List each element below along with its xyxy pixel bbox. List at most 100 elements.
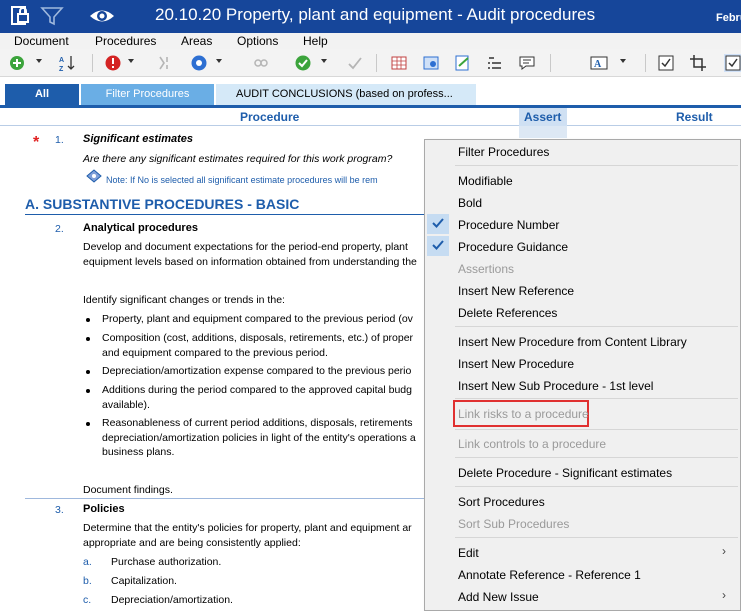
menu-bold[interactable]: Bold [458, 196, 482, 210]
procedure-divider [25, 498, 425, 499]
menu-sort-sub-procedures: Sort Sub Procedures [458, 517, 570, 531]
sub-text: Depreciation/amortization. [111, 594, 233, 606]
add-circle-icon[interactable] [8, 54, 26, 72]
chevron-right-icon: › [722, 588, 726, 602]
date-label: Febru [716, 12, 741, 24]
menu-separator [455, 486, 738, 487]
bullet-text: depreciation/amortization policies in li… [102, 432, 416, 444]
title-bar: 20.10.20 Property, plant and equipment -… [0, 0, 741, 33]
column-header: Procedure Assert Result [0, 108, 741, 126]
comment-icon[interactable] [518, 54, 536, 72]
checkbox-icon[interactable] [657, 54, 675, 72]
link-icon[interactable] [252, 54, 270, 72]
edit-doc-icon[interactable] [454, 54, 472, 72]
bullet-text: Depreciation/amortization expense compar… [102, 365, 412, 377]
chevron-down-icon[interactable] [128, 59, 134, 63]
note-icon [86, 169, 102, 186]
bullet [86, 318, 90, 322]
menu-add-new-issue[interactable]: Add New Issue [458, 590, 539, 604]
menu-separator [455, 326, 738, 327]
tab-filter-procedures[interactable]: Filter Procedures [81, 84, 214, 105]
menu-insert-new-procedure[interactable]: Insert New Procedure [458, 357, 574, 371]
document-lock-icon[interactable] [8, 5, 32, 27]
mark-icon[interactable] [156, 54, 174, 72]
tab-all[interactable]: All [5, 84, 79, 105]
context-menu: Filter Procedures Modifiable Bold Proced… [424, 139, 741, 611]
check-icon [432, 239, 444, 254]
bullet-text: and equipment compared to the previous p… [102, 347, 328, 359]
menu-separator [455, 429, 738, 430]
exclamation-icon[interactable] [104, 54, 122, 72]
signoff-icon[interactable] [346, 54, 364, 72]
toolbar-separator [550, 54, 551, 72]
bullet-text: Additions during the period compared to … [102, 384, 412, 396]
bullet [86, 389, 90, 393]
procedure-title[interactable]: Significant estimates [83, 133, 193, 145]
menu-procedure-number[interactable]: Procedure Number [458, 218, 559, 232]
window-title: 20.10.20 Property, plant and equipment -… [155, 5, 596, 24]
chevron-down-icon[interactable] [216, 59, 222, 63]
tab-audit-conclusions[interactable]: AUDIT CONCLUSIONS (based on profess... [216, 84, 476, 105]
menu-link-risks: Link risks to a procedure [458, 407, 589, 421]
menu-separator [455, 398, 738, 399]
bullet-text: available). [102, 399, 150, 411]
checkbox-icon[interactable] [724, 54, 741, 72]
bullet [86, 370, 90, 374]
bullet-text: Composition (cost, additions, disposals,… [102, 332, 414, 344]
menu-help[interactable]: Help [303, 34, 328, 48]
menu-areas[interactable]: Areas [181, 34, 212, 48]
sub-letter: b. [83, 575, 92, 587]
bullet [86, 422, 90, 426]
procedure-title[interactable]: Analytical procedures [83, 222, 198, 234]
sub-letter: c. [83, 594, 92, 606]
svg-text:A: A [59, 57, 64, 64]
menu-delete-references[interactable]: Delete References [458, 306, 557, 320]
menu-insert-from-library[interactable]: Insert New Procedure from Content Librar… [458, 335, 687, 349]
menu-edit[interactable]: Edit [458, 546, 479, 560]
list-icon[interactable] [486, 54, 504, 72]
column-result[interactable]: Result [676, 110, 713, 124]
procedure-number: 1. [55, 134, 64, 146]
menu-link-controls: Link controls to a procedure [458, 437, 607, 451]
menu-assertions: Assertions [458, 262, 515, 276]
menu-options[interactable]: Options [237, 34, 278, 48]
view-icon[interactable] [422, 54, 440, 72]
check-icon [432, 217, 444, 232]
font-icon[interactable]: A [590, 54, 608, 72]
crop-icon[interactable] [689, 54, 707, 72]
procedure-number: 2. [55, 223, 64, 235]
svg-text:Z: Z [59, 66, 64, 72]
column-assert[interactable]: Assert [524, 110, 561, 124]
sort-az-icon[interactable]: AZ [58, 54, 76, 73]
menu-annotate-reference[interactable]: Annotate Reference - Reference 1 [458, 568, 641, 582]
chevron-down-icon[interactable] [36, 59, 42, 63]
menu-separator [455, 165, 738, 166]
menu-sort-procedures[interactable]: Sort Procedures [458, 495, 545, 509]
eye-icon[interactable] [88, 5, 116, 27]
bullet [86, 337, 90, 341]
filter-icon[interactable] [40, 5, 64, 27]
menu-delete-procedure[interactable]: Delete Procedure - Significant estimates [458, 466, 672, 480]
bullet-text: Property, plant and equipment compared t… [102, 313, 413, 325]
menu-document[interactable]: Document [14, 34, 69, 48]
check-icon[interactable] [294, 54, 312, 72]
bullet-text: business plans. [102, 446, 175, 458]
column-procedure[interactable]: Procedure [240, 110, 299, 124]
circle-icon[interactable] [190, 54, 208, 72]
chevron-down-icon[interactable] [321, 59, 327, 63]
procedure-text: Document findings. [83, 484, 173, 496]
toolbar-separator [376, 54, 377, 72]
procedure-title[interactable]: Policies [83, 503, 125, 515]
procedure-question: Are there any significant estimates requ… [83, 153, 393, 165]
grid-icon[interactable] [390, 54, 408, 72]
procedure-text: appropriate and are being consistently a… [83, 537, 301, 549]
chevron-down-icon[interactable] [620, 59, 626, 63]
menu-filter-procedures[interactable]: Filter Procedures [458, 145, 549, 159]
menu-insert-sub-procedure[interactable]: Insert New Sub Procedure - 1st level [458, 379, 653, 393]
menu-procedures[interactable]: Procedures [95, 34, 156, 48]
menu-insert-new-reference[interactable]: Insert New Reference [458, 284, 574, 298]
sub-text: Purchase authorization. [111, 556, 222, 568]
bullet-text: Reasonableness of current period additio… [102, 417, 413, 429]
menu-procedure-guidance[interactable]: Procedure Guidance [458, 240, 568, 254]
menu-modifiable[interactable]: Modifiable [458, 174, 513, 188]
